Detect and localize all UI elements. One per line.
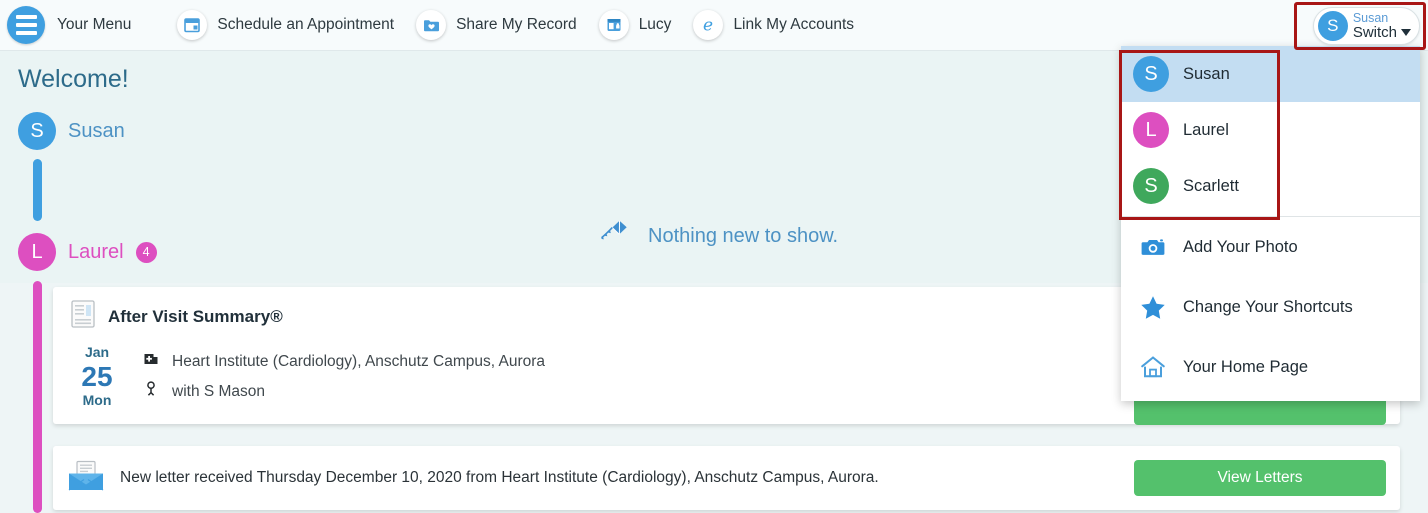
calendar-icon[interactable] xyxy=(177,10,208,40)
visit-location-text: Heart Institute (Cardiology), Anschutz C… xyxy=(172,352,546,370)
dropdown-user-label: Susan xyxy=(1183,64,1230,83)
dropdown-user-label: Laurel xyxy=(1183,120,1229,139)
hospital-icon xyxy=(143,351,159,372)
share-my-record-label: Share My Record xyxy=(456,16,577,33)
switch-label: Switch xyxy=(1352,23,1397,41)
person-susan[interactable]: S Susan xyxy=(18,112,125,150)
person-laurel[interactable]: L Laurel 4 xyxy=(18,233,157,271)
visit-month: Jan xyxy=(84,344,110,360)
dropdown-user-susan[interactable]: S Susan xyxy=(1121,46,1420,102)
document-icon xyxy=(71,300,95,333)
link-my-accounts-label: Link My Accounts xyxy=(733,16,855,33)
dropdown-user-scarlett[interactable]: S Scarlett xyxy=(1121,158,1420,214)
epic-e-icon[interactable]: e xyxy=(693,10,724,40)
lucy-button[interactable]: Lucy xyxy=(598,10,672,40)
schedule-appointment-label: Schedule an Appointment xyxy=(217,16,395,33)
share-my-record-button[interactable]: Share My Record xyxy=(416,10,577,40)
lucy-window-icon[interactable] xyxy=(598,10,629,40)
change-your-shortcuts-item[interactable]: Change Your Shortcuts xyxy=(1121,277,1420,337)
camera-icon xyxy=(1137,236,1169,258)
visit-location-row: Heart Institute (Cardiology), Anschutz C… xyxy=(143,351,545,372)
add-your-photo-item[interactable]: Add Your Photo xyxy=(1121,217,1420,277)
visit-weekday: Mon xyxy=(82,391,112,408)
visit-date: Jan 25 Mon xyxy=(73,344,121,409)
avatar: L xyxy=(18,233,56,271)
view-letters-button[interactable]: View Letters xyxy=(1134,460,1386,496)
folder-share-icon[interactable] xyxy=(416,10,447,40)
your-menu-label: Your Menu xyxy=(57,16,132,33)
lucy-label: Lucy xyxy=(638,16,672,33)
visit-provider-text: with S Mason xyxy=(172,382,266,400)
visit-day: 25 xyxy=(81,360,113,392)
avatar: S xyxy=(1133,168,1169,204)
empty-state-text: Nothing new to show. xyxy=(648,225,839,247)
switch-user-name: Susan xyxy=(1352,10,1389,25)
person-name: Susan xyxy=(68,119,125,142)
svg-text:e: e xyxy=(703,16,713,36)
page-title: Welcome! xyxy=(18,65,129,93)
unread-count-badge: 4 xyxy=(135,241,157,263)
visit-provider-row: with S Mason xyxy=(143,381,265,402)
avatar: S xyxy=(1133,56,1169,92)
link-my-accounts-button[interactable]: e Link My Accounts xyxy=(693,10,854,40)
avatar: S xyxy=(1317,11,1348,41)
schedule-appointment-button[interactable]: Schedule an Appointment xyxy=(177,10,394,40)
new-letter-text: New letter received Thursday December 10… xyxy=(120,469,879,486)
top-navigation-bar: Your Menu Schedule an Appointment Share … xyxy=(0,0,1428,51)
hamburger-menu-icon[interactable] xyxy=(7,6,45,44)
person-name: Laurel xyxy=(68,240,124,263)
kite-icon xyxy=(598,219,630,254)
add-your-photo-label: Add Your Photo xyxy=(1183,237,1298,256)
your-home-page-label: Your Home Page xyxy=(1183,357,1309,376)
change-your-shortcuts-label: Change Your Shortcuts xyxy=(1183,297,1353,316)
dropdown-user-laurel[interactable]: L Laurel xyxy=(1121,102,1420,158)
chevron-down-icon[interactable] xyxy=(1401,29,1411,37)
card-title: After Visit Summary® xyxy=(108,306,283,326)
star-icon xyxy=(1137,295,1169,320)
your-menu-button[interactable]: Your Menu xyxy=(0,6,131,44)
timeline-rail-laurel xyxy=(33,281,42,513)
your-home-page-item[interactable]: Your Home Page xyxy=(1121,337,1420,397)
envelope-icon xyxy=(67,460,105,497)
timeline-rail-susan xyxy=(33,159,42,221)
avatar: L xyxy=(1133,112,1169,148)
dropdown-user-label: Scarlett xyxy=(1183,176,1239,195)
home-icon xyxy=(1137,355,1169,379)
user-switch-dropdown: S Susan L Laurel S Scarlett Add Your Pho… xyxy=(1119,46,1420,401)
new-letter-card[interactable]: New letter received Thursday December 10… xyxy=(53,446,1400,510)
avatar: S xyxy=(18,112,56,150)
empty-state: Nothing new to show. xyxy=(598,219,838,254)
patient-portal-page: Your Menu Schedule an Appointment Share … xyxy=(0,0,1428,513)
switch-user-button[interactable]: S Susan Switch xyxy=(1312,7,1420,45)
person-icon xyxy=(143,381,159,402)
